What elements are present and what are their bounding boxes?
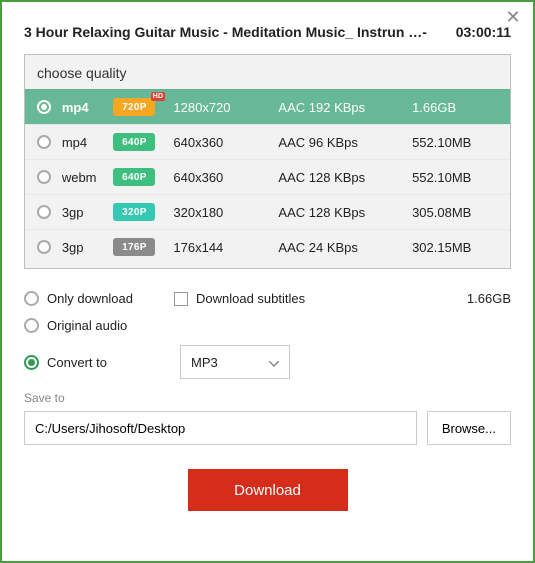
quality-row[interactable]: mp4 720PHD 1280x720 AAC 192 KBps 1.66GB xyxy=(25,89,510,124)
quality-format: 3gp xyxy=(62,240,114,255)
radio-icon xyxy=(24,291,39,306)
save-to-label: Save to xyxy=(24,391,511,405)
radio-icon xyxy=(37,170,51,184)
quality-codec: AAC 128 KBps xyxy=(278,205,412,220)
original-audio-label: Original audio xyxy=(47,318,127,333)
quality-codec: AAC 96 KBps xyxy=(278,135,412,150)
hd-icon: HD xyxy=(151,92,166,101)
radio-icon xyxy=(24,318,39,333)
quality-format: mp4 xyxy=(62,100,114,115)
chevron-down-icon xyxy=(269,355,279,370)
quality-format: mp4 xyxy=(62,135,114,150)
browse-button[interactable]: Browse... xyxy=(427,411,511,445)
convert-to-label: Convert to xyxy=(47,355,107,370)
video-title: 3 Hour Relaxing Guitar Music - Meditatio… xyxy=(24,24,448,40)
close-icon[interactable]: ✕ xyxy=(503,8,523,28)
quality-badge: 176P xyxy=(113,238,155,256)
options-panel: Only download Download subtitles 1.66GB … xyxy=(24,291,511,511)
quality-size: 552.10MB xyxy=(412,170,498,185)
convert-format-value: MP3 xyxy=(191,355,218,370)
quality-size: 302.15MB xyxy=(412,240,498,255)
subtitles-label: Download subtitles xyxy=(196,291,305,306)
quality-resolution: 1280x720 xyxy=(173,100,278,115)
quality-badge: 640P xyxy=(113,168,155,186)
quality-size: 552.10MB xyxy=(412,135,498,150)
radio-icon xyxy=(37,240,51,254)
quality-badge: 640P xyxy=(113,133,155,151)
radio-icon xyxy=(37,205,51,219)
total-size: 1.66GB xyxy=(467,291,511,306)
quality-resolution: 640x360 xyxy=(173,135,278,150)
download-dialog: ✕ 3 Hour Relaxing Guitar Music - Meditat… xyxy=(0,0,535,563)
quality-codec: AAC 192 KBps xyxy=(278,100,412,115)
convert-to-option[interactable]: Convert to xyxy=(24,355,174,370)
quality-row[interactable]: 3gp 320P 320x180 AAC 128 KBps 305.08MB xyxy=(25,194,510,229)
quality-codec: AAC 128 KBps xyxy=(278,170,412,185)
quality-resolution: 176x144 xyxy=(173,240,278,255)
quality-format: 3gp xyxy=(62,205,114,220)
quality-size: 305.08MB xyxy=(412,205,498,220)
original-audio-option[interactable]: Original audio xyxy=(24,318,174,333)
radio-icon xyxy=(37,100,51,114)
quality-panel: choose quality mp4 720PHD 1280x720 AAC 1… xyxy=(24,54,511,269)
quality-resolution: 320x180 xyxy=(173,205,278,220)
quality-header: choose quality xyxy=(25,55,510,89)
title-bar: 3 Hour Relaxing Guitar Music - Meditatio… xyxy=(24,24,511,40)
quality-row[interactable]: mp4 640P 640x360 AAC 96 KBps 552.10MB xyxy=(25,124,510,159)
download-subtitles-option[interactable]: Download subtitles xyxy=(174,291,467,306)
quality-row[interactable]: 3gp 176P 176x144 AAC 24 KBps 302.15MB xyxy=(25,229,510,268)
quality-codec: AAC 24 KBps xyxy=(278,240,412,255)
only-download-label: Only download xyxy=(47,291,133,306)
convert-format-select[interactable]: MP3 xyxy=(180,345,290,379)
save-path-input[interactable] xyxy=(24,411,417,445)
only-download-option[interactable]: Only download xyxy=(24,291,174,306)
quality-resolution: 640x360 xyxy=(173,170,278,185)
quality-badge: 720PHD xyxy=(113,98,155,116)
checkbox-icon xyxy=(174,292,188,306)
download-button[interactable]: Download xyxy=(188,469,348,511)
quality-badge: 320P xyxy=(113,203,155,221)
radio-icon xyxy=(24,355,39,370)
quality-row[interactable]: webm 640P 640x360 AAC 128 KBps 552.10MB xyxy=(25,159,510,194)
quality-format: webm xyxy=(62,170,114,185)
quality-size: 1.66GB xyxy=(412,100,498,115)
radio-icon xyxy=(37,135,51,149)
